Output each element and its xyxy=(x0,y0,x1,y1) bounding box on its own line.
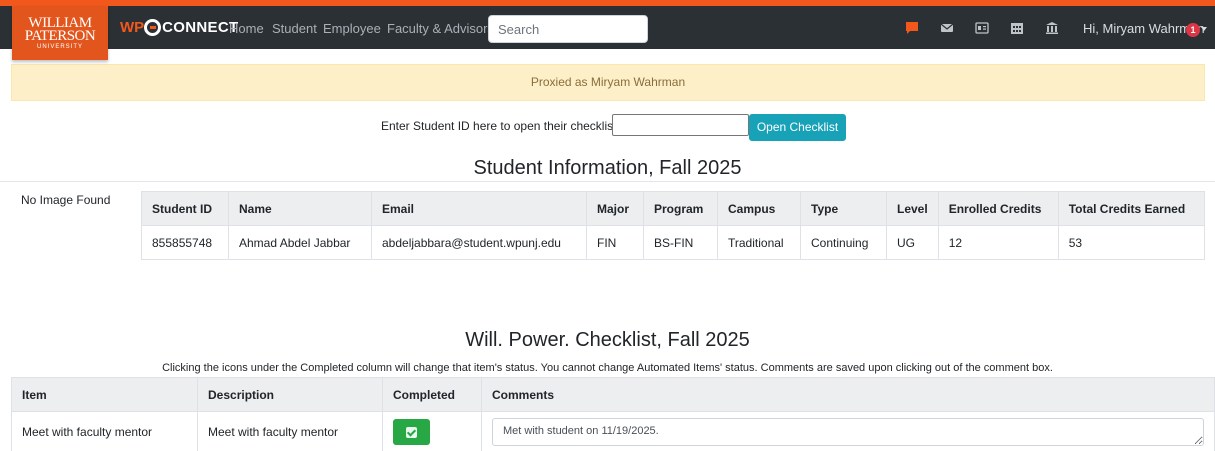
checklist-table: Item Description Completed Comments Meet… xyxy=(11,377,1215,451)
item-cell: Meet with faculty mentor xyxy=(11,411,198,451)
column-header: Completed xyxy=(382,377,482,412)
wpconnect-brand[interactable]: WP CONNECT xyxy=(120,16,238,38)
type-cell: Continuing xyxy=(800,225,887,260)
brand-name: CONNECT xyxy=(162,18,239,36)
level-cell: UG xyxy=(886,225,939,260)
calendar-icon[interactable] xyxy=(1010,21,1024,35)
table-row: 855855748 Ahmad Abdel Jabbar abdeljabbar… xyxy=(141,225,1206,260)
id-card-icon[interactable] xyxy=(975,21,989,35)
nav-faculty-advisors[interactable]: Faculty & Advisors xyxy=(387,21,494,36)
column-header: Type xyxy=(800,191,887,226)
logo-line-2: PATERSON xyxy=(24,28,96,44)
column-header: Email xyxy=(371,191,587,226)
mail-icon[interactable] xyxy=(940,21,954,35)
campus-cell: Traditional xyxy=(717,225,801,260)
chevron-down-icon[interactable] xyxy=(1201,27,1207,31)
divider xyxy=(0,181,1215,182)
chat-icon[interactable] xyxy=(905,21,919,35)
email-cell: abdeljabbara@student.wpunj.edu xyxy=(371,225,587,260)
student-id-label: Enter Student ID here to open their chec… xyxy=(381,119,620,133)
table-header-row: Item Description Completed Comments xyxy=(11,377,1215,412)
total-credits-cell: 53 xyxy=(1057,225,1206,260)
comments-cell: Met with student on 11/19/2025. xyxy=(481,411,1215,451)
column-header: Item xyxy=(11,377,198,412)
checklist-title: Will. Power. Checklist, Fall 2025 xyxy=(465,329,750,351)
logo-line-3: UNIVERSITY xyxy=(36,44,83,50)
description-cell: Meet with faculty mentor xyxy=(197,411,383,451)
student-info-title: Student Information, Fall 2025 xyxy=(473,157,742,179)
open-checklist-button[interactable]: Open Checklist xyxy=(749,114,846,141)
student-photo-placeholder: No Image Found xyxy=(21,193,111,207)
column-header: Comments xyxy=(481,377,1215,412)
search-input[interactable] xyxy=(488,15,648,43)
comment-input[interactable]: Met with student on 11/19/2025. xyxy=(492,417,1204,446)
column-header: Campus xyxy=(717,191,801,226)
major-cell: FIN xyxy=(586,225,644,260)
brand-ring-icon xyxy=(144,18,162,36)
nav-employee[interactable]: Employee xyxy=(323,21,381,36)
column-header: Student ID xyxy=(141,191,229,226)
proxy-alert: Proxied as Miryam Wahrman xyxy=(11,64,1205,101)
student-info-table: Student ID Name Email Major Program Camp… xyxy=(141,191,1206,260)
column-header: Total Credits Earned xyxy=(1057,191,1206,226)
student-id-cell: 855855748 xyxy=(141,225,229,260)
check-square-icon xyxy=(406,426,417,438)
column-header: Program xyxy=(643,191,718,226)
column-header: Description xyxy=(197,377,383,412)
column-header: Major xyxy=(586,191,644,226)
student-id-input[interactable] xyxy=(612,114,749,136)
nav-student[interactable]: Student xyxy=(272,21,317,36)
program-cell: BS-FIN xyxy=(643,225,718,260)
checklist-instructions: Clicking the icons under the Completed c… xyxy=(162,362,1053,374)
enrolled-credits-cell: 12 xyxy=(937,225,1059,260)
bank-icon[interactable] xyxy=(1045,21,1059,35)
name-cell: Ahmad Abdel Jabbar xyxy=(228,225,372,260)
brand-prefix: WP xyxy=(120,18,145,36)
column-header: Level xyxy=(886,191,939,226)
notification-badge[interactable]: 1 xyxy=(1186,23,1200,37)
table-row: Meet with faculty mentor Meet with facul… xyxy=(11,411,1215,451)
column-header: Name xyxy=(228,191,372,226)
column-header: Enrolled Credits xyxy=(937,191,1059,226)
top-navbar: WILLIAM PATERSON UNIVERSITY WP CONNECT H… xyxy=(0,0,1215,60)
table-header-row: Student ID Name Email Major Program Camp… xyxy=(141,191,1206,226)
university-logo[interactable]: WILLIAM PATERSON UNIVERSITY xyxy=(12,6,108,60)
logo-line-1: WILLIAM xyxy=(28,15,92,31)
completed-cell xyxy=(382,411,482,451)
completed-toggle-button[interactable] xyxy=(393,418,430,445)
student-lookup: Enter Student ID here to open their chec… xyxy=(0,114,1215,141)
nav-home[interactable]: Home xyxy=(229,21,264,36)
